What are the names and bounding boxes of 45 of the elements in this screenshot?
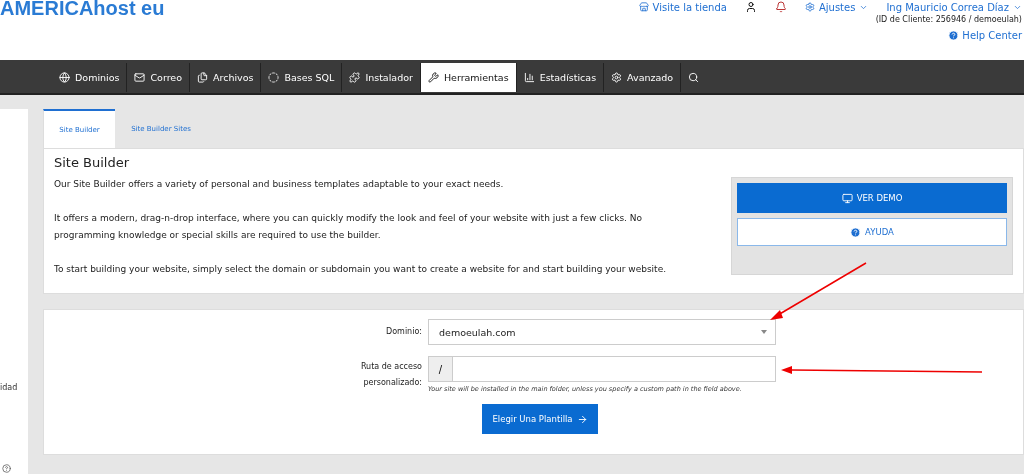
help-button[interactable]: AYUDA [737,218,1007,246]
arrow-right-icon [576,413,588,425]
nav-tab[interactable]: Instalador [342,63,421,92]
files-icon [197,72,208,83]
nav-tab[interactable]: Dominios [52,63,128,92]
settings-menu[interactable]: Ajustes [804,1,869,13]
domain-select[interactable]: demoeulah.com [428,319,776,345]
envelope-icon [134,72,146,83]
globe-icon [59,72,70,83]
store-link[interactable]: Visite la tienda [638,1,727,13]
path-input-field[interactable]: / [428,356,776,382]
field-label: Ruta de acceso personalizado: [359,360,422,389]
section-title: Site Builder [54,155,131,170]
paragraph: Our Site Builder offers a variety of personal and business templates adaptable to your exact needs. [54,178,505,191]
nav-tab[interactable]: Estadísticas [516,63,605,92]
user-menu[interactable]: Ing Mauricio Correa Díaz [886,1,1022,13]
logo: AMERICAhost eu [0,0,165,21]
template-button[interactable]: Elegir Una Plantilla [482,404,598,434]
puzzle-icon [349,72,361,83]
nav-tab[interactable]: Bases SQL [261,63,343,92]
wrench-icon [427,72,439,83]
gear-icon [611,72,623,83]
sidebar-text: idad [0,383,18,392]
client-id: (ID de Cliente: 256946 / demoeulah) [875,15,1022,24]
help-icon [948,30,960,41]
caret-icon [761,330,767,334]
field-label: Dominio: [385,326,422,338]
nav-tab[interactable]: Correo [127,63,190,92]
nav-tab[interactable]: Archivos [190,63,262,92]
search-icon [688,72,700,83]
demo-button[interactable]: VER DEMO [737,183,1007,213]
monitor-icon [841,192,853,204]
nav-tab[interactable]: Avanzado [604,63,682,92]
store-icon [638,2,649,12]
help-center-link[interactable]: Help Center [948,30,1022,41]
gear-icon [804,2,815,12]
user-icon[interactable] [744,1,757,13]
paragraph: To start building your website, simply select the domain or subdomain you want to create a website for and start building your website. [54,263,668,276]
ring-icon [268,72,280,83]
help-icon[interactable] [2,464,11,473]
paragraph: It offers a modern, drag-n-drop interface, where you can quickly modify the look and feel of your website with just a few clicks. No programming knowledge or special skills are required to use the builder. [54,212,644,242]
bell-icon[interactable] [774,1,787,13]
help-icon [850,226,862,238]
bar-chart-icon [523,72,535,83]
nav-tab[interactable]: Herramientas [420,63,517,92]
